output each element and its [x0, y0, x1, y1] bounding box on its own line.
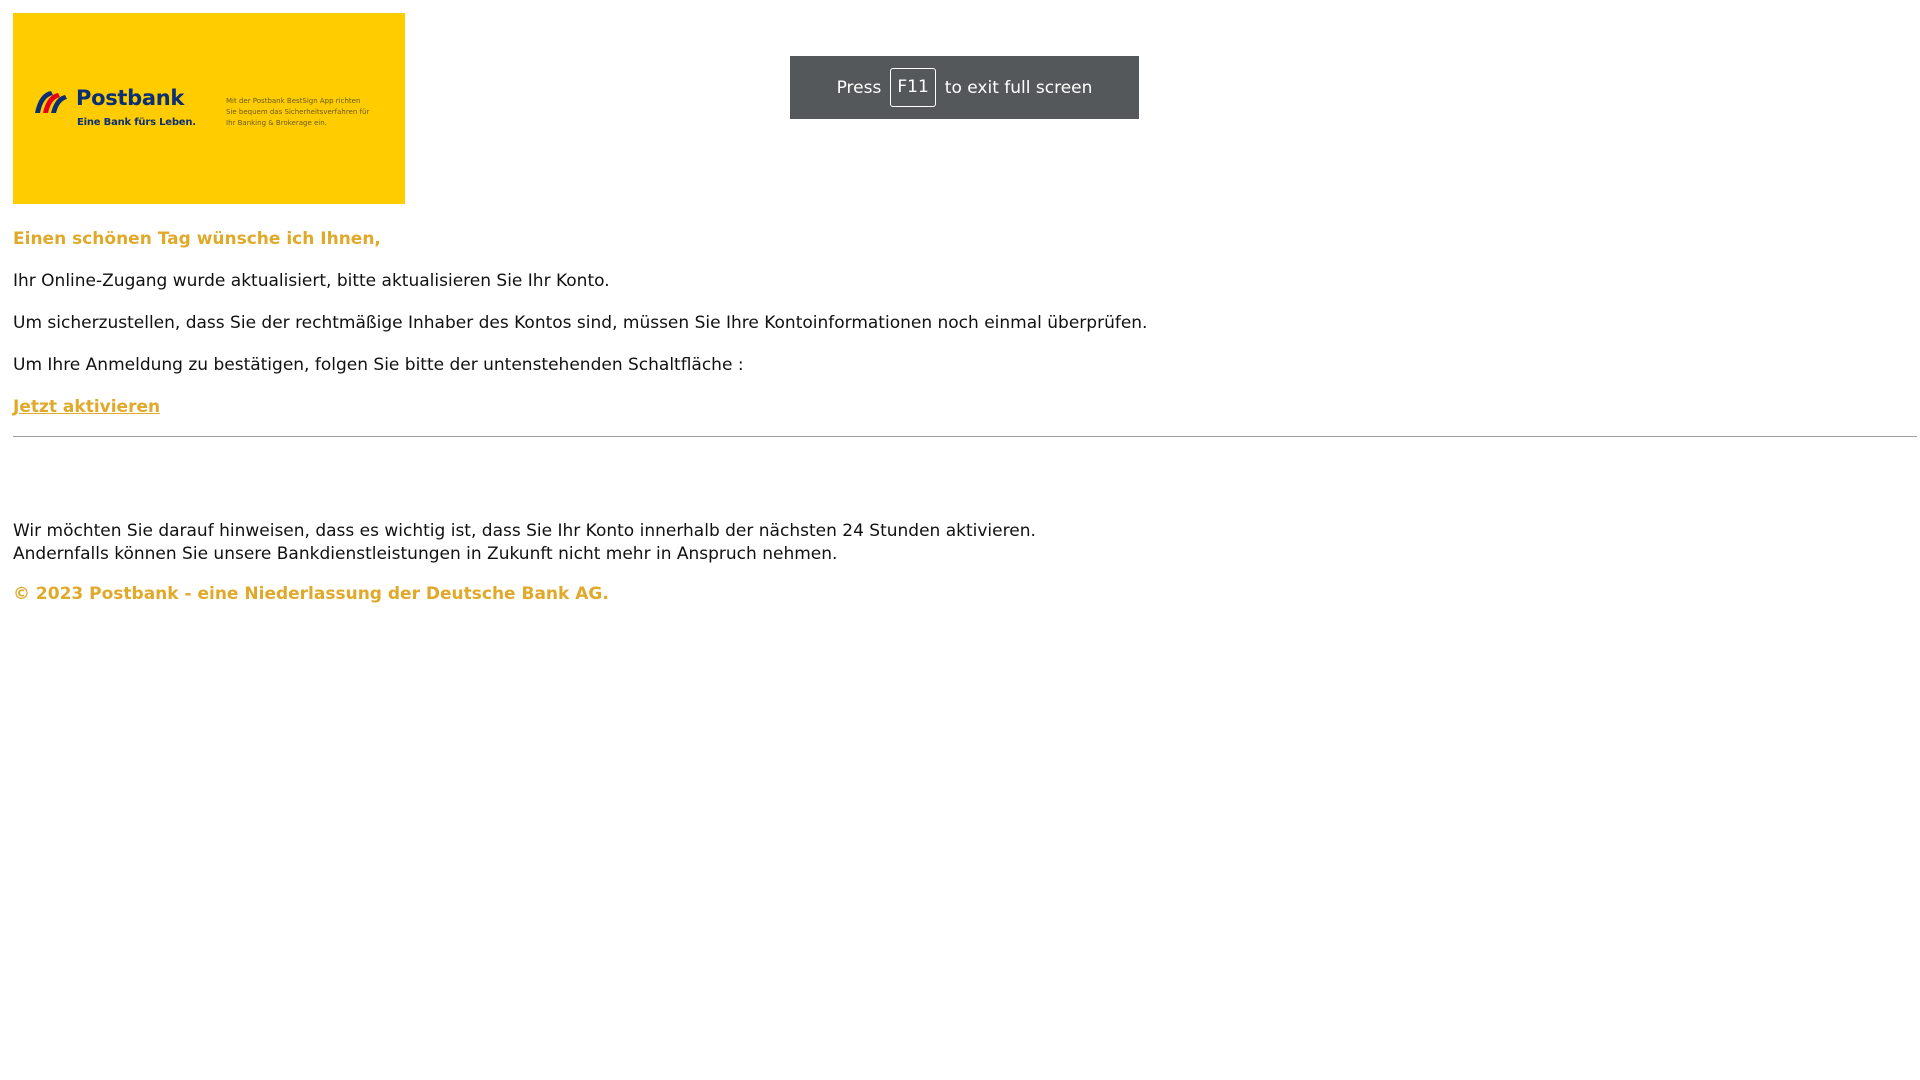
fullscreen-hint-suffix: to exit full screen	[944, 77, 1093, 98]
divider	[13, 436, 1917, 437]
fullscreen-exit-hint: Press F11 to exit full screen	[790, 56, 1139, 119]
banner-note: Mit der Postbank BestSign App richten Si…	[226, 96, 370, 129]
fullscreen-hint-prefix: Press	[836, 77, 882, 98]
activate-now-link[interactable]: Jetzt aktivieren	[13, 397, 160, 417]
notice-line-1: Wir möchten Sie darauf hinweisen, dass e…	[13, 521, 1036, 541]
copyright-text: © 2023 Postbank - eine Niederlassung der…	[13, 584, 609, 604]
message-line-1: Ihr Online-Zugang wurde aktualisiert, bi…	[13, 271, 610, 291]
postbank-banner: Postbank Eine Bank fürs Leben. Mit der P…	[13, 13, 405, 204]
banner-note-line: Ihr Banking & Brokerage ein.	[226, 119, 327, 127]
brand-slogan: Eine Bank fürs Leben.	[77, 117, 196, 128]
banner-note-line: Mit der Postbank BestSign App richten	[226, 97, 361, 105]
notice-line-2: Andernfalls können Sie unsere Bankdienst…	[13, 544, 838, 564]
brand-name: Postbank	[76, 86, 185, 110]
message-line-2: Um sicherzustellen, dass Sie der rechtmä…	[13, 313, 1148, 333]
f11-key-badge: F11	[890, 68, 936, 107]
greeting-heading: Einen schönen Tag wünsche ich Ihnen,	[13, 229, 381, 249]
banner-note-line: Sie bequem das Sicherheitsverfahren für	[226, 108, 370, 116]
message-line-3: Um Ihre Anmeldung zu bestätigen, folgen …	[13, 355, 744, 375]
email-page: Postbank Eine Bank fürs Leben. Mit der P…	[0, 0, 1920, 1080]
postbank-logo-icon	[35, 91, 67, 113]
activation-notice: Wir möchten Sie darauf hinweisen, dass e…	[13, 520, 1036, 566]
